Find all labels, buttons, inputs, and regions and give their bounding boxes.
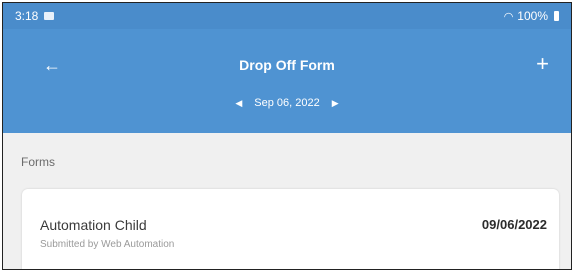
- battery-percent: 100%: [517, 9, 548, 23]
- child-name: Automation Child: [40, 217, 147, 233]
- image-notification-icon: [44, 12, 55, 20]
- status-right: ◠ 100%: [504, 9, 559, 23]
- date-navigator: ◀ Sep 06, 2022 ▶: [3, 97, 571, 109]
- app-header: ← Drop Off Form + ◀ Sep 06, 2022 ▶: [3, 29, 571, 133]
- battery-icon: [554, 11, 559, 21]
- form-date: 09/06/2022: [481, 217, 547, 232]
- add-icon[interactable]: +: [536, 51, 549, 77]
- status-time: 3:18: [15, 9, 39, 23]
- status-bar: 3:18 ◠ 100%: [3, 3, 571, 29]
- wifi-icon: ◠: [503, 10, 514, 23]
- previous-date-icon[interactable]: ◀: [235, 98, 242, 109]
- form-list-item[interactable]: Automation Child 09/06/2022 Submitted by…: [22, 189, 559, 269]
- app-screen: 3:18 ◠ 100% ← Drop Off Form + ◀ Sep 06, …: [2, 2, 572, 270]
- status-left: 3:18: [15, 9, 55, 23]
- current-date[interactable]: Sep 06, 2022: [254, 97, 319, 109]
- next-date-icon[interactable]: ▶: [332, 98, 339, 109]
- page-title: Drop Off Form: [239, 57, 335, 73]
- submitted-by-text: Submitted by Web Automation: [40, 239, 175, 250]
- section-label: Forms: [21, 155, 55, 169]
